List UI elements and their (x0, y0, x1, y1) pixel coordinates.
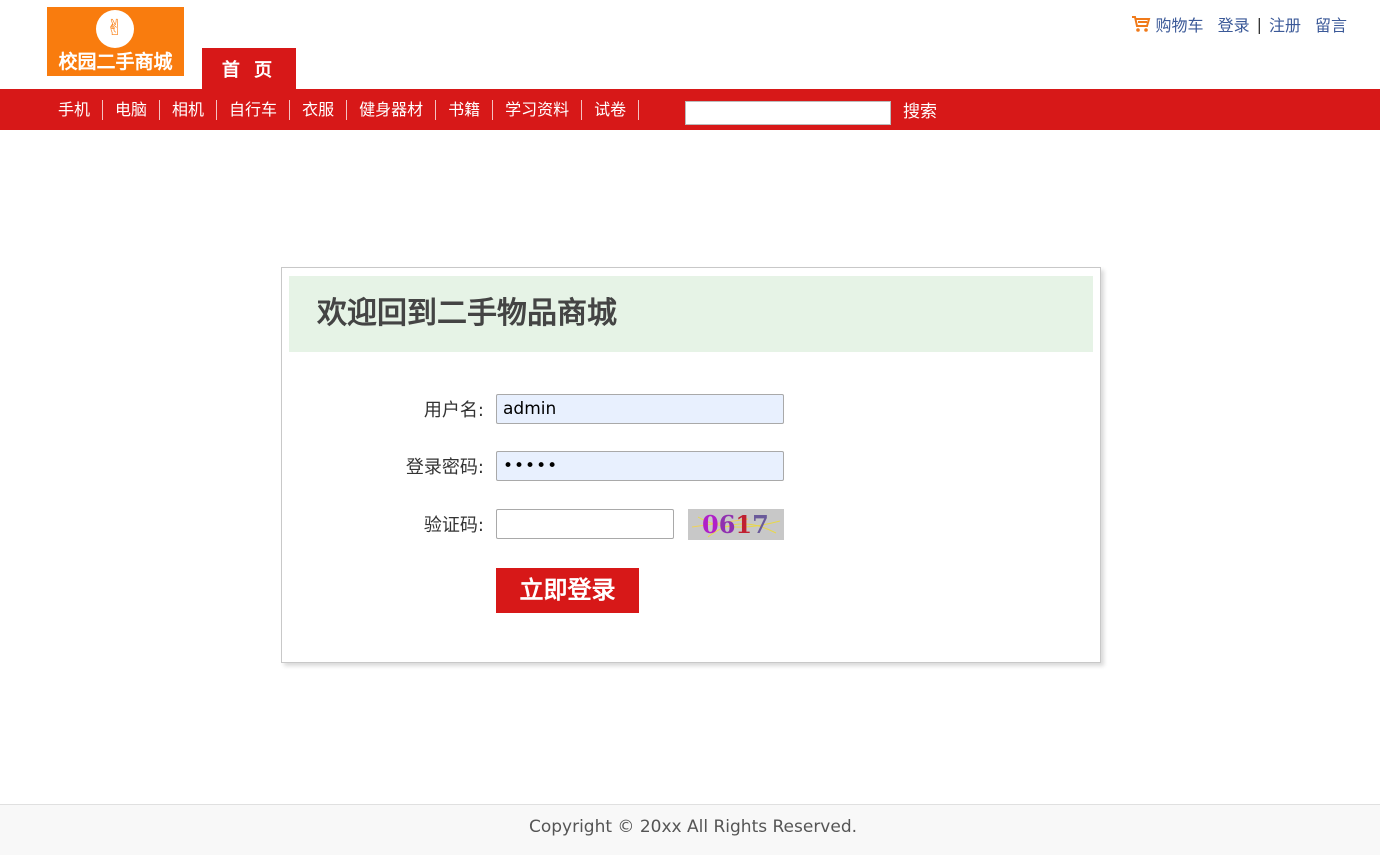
peace-hand-icon: ✌ (96, 10, 134, 48)
captcha-code: 0617 (702, 510, 769, 539)
logo-text: 校园二手商城 (58, 51, 173, 73)
nav-item[interactable]: 健身器材 (347, 99, 437, 120)
captcha-field[interactable] (496, 509, 674, 539)
login-submit-button[interactable]: 立即登录 (496, 568, 639, 613)
nav-item[interactable]: 试卷 (582, 99, 640, 120)
top-links: 购物车 登录 | 注册 留言 (1131, 12, 1347, 36)
captcha-label: 验证码: (423, 515, 484, 536)
captcha-image[interactable]: 0617 (688, 509, 784, 540)
nav-item[interactable]: 手机 (46, 99, 104, 120)
nav-item[interactable]: 学习资料 (493, 99, 583, 120)
password-field[interactable] (496, 451, 784, 481)
site-logo[interactable]: ✌ 校园二手商城 (47, 7, 184, 76)
login-link[interactable]: 登录 (1218, 12, 1250, 36)
link-separator: | (1256, 14, 1262, 34)
login-header: 欢迎回到二手物品商城 (289, 276, 1093, 352)
category-nav: 手机 电脑 相机 自行车 衣服 健身器材 书籍 学习资料 试卷 搜索 (0, 89, 1380, 130)
message-link[interactable]: 留言 (1315, 12, 1347, 36)
nav-item[interactable]: 衣服 (290, 99, 348, 120)
nav-item[interactable]: 书籍 (436, 99, 494, 120)
footer: Copyright © 20xx All Rights Reserved. (0, 804, 1380, 855)
username-label: 用户名: (423, 400, 484, 421)
login-panel: 欢迎回到二手物品商城 用户名: 登录密码: 验证码: 0617 立即登录 (281, 267, 1101, 663)
cart-icon[interactable] (1131, 15, 1151, 33)
register-link[interactable]: 注册 (1269, 12, 1301, 36)
username-field[interactable] (496, 394, 784, 424)
nav-item[interactable]: 自行车 (217, 99, 291, 120)
nav-item[interactable]: 相机 (160, 99, 218, 120)
login-title: 欢迎回到二手物品商城 (317, 296, 617, 331)
nav-item[interactable]: 电脑 (103, 99, 161, 120)
cart-link[interactable]: 购物车 (1156, 12, 1204, 36)
search-button[interactable]: 搜索 (903, 100, 937, 124)
nav-items: 手机 电脑 相机 自行车 衣服 健身器材 书籍 学习资料 试卷 (46, 89, 640, 130)
header: ✌ 校园二手商城 首 页 购物车 登录 | 注册 留言 (0, 0, 1380, 89)
password-label: 登录密码: (405, 457, 484, 478)
search-input[interactable] (685, 101, 891, 125)
copyright-text: Copyright © 20xx All Rights Reserved. (528, 817, 858, 837)
tab-home[interactable]: 首 页 (202, 48, 296, 89)
